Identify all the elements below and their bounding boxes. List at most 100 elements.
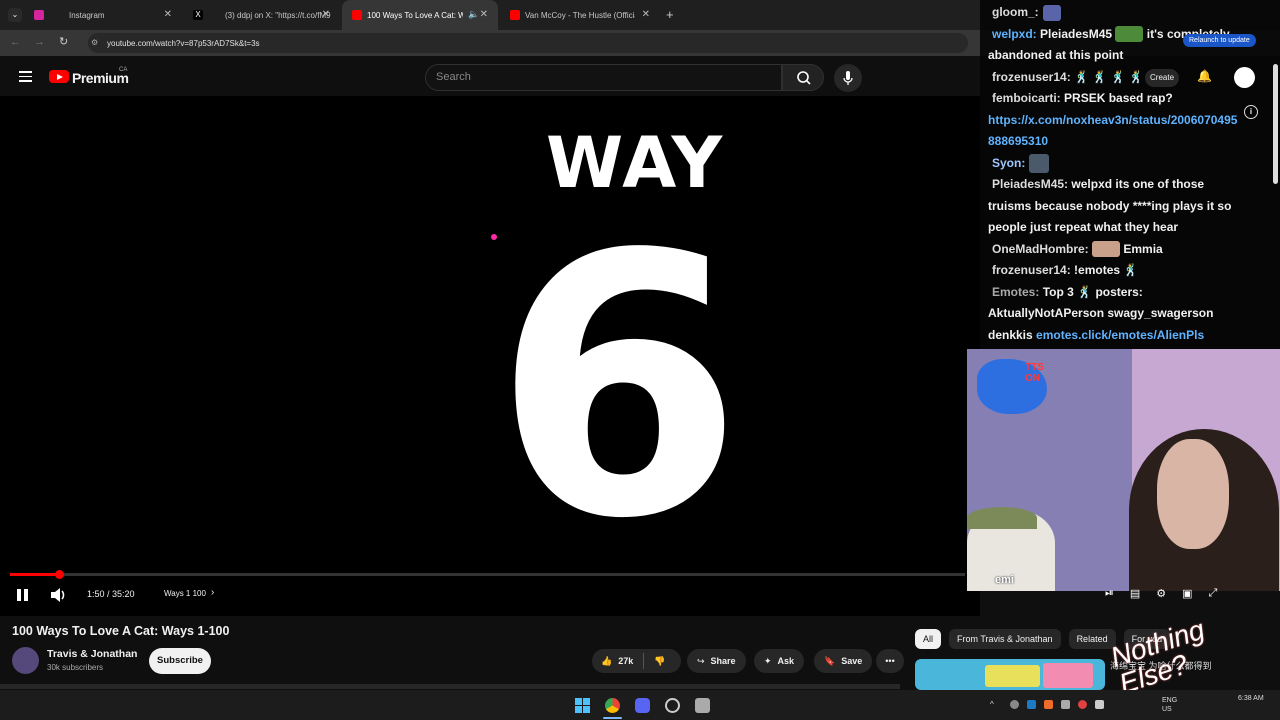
taskbar: ^ ENG US 6:38 AM bbox=[0, 690, 1280, 720]
share-label: Share bbox=[710, 656, 736, 666]
mouse-cursor bbox=[491, 234, 497, 240]
chat-text: !emotes bbox=[1074, 263, 1121, 277]
page-scrollbar[interactable] bbox=[1273, 64, 1278, 184]
relaunch-button[interactable]: Relaunch to update bbox=[1183, 34, 1256, 47]
chat-link[interactable]: https://x.com/noxheav3n/status/200607049… bbox=[988, 110, 1272, 132]
fullscreen-icon[interactable]: ⤢ bbox=[1209, 587, 1218, 600]
create-button[interactable]: Create bbox=[1145, 69, 1180, 87]
subscribe-button[interactable]: Subscribe bbox=[149, 648, 211, 674]
ask-button[interactable]: ✦ Ask bbox=[754, 649, 805, 673]
miniplayer-icon[interactable]: ▣ bbox=[1182, 587, 1192, 600]
search-icon bbox=[797, 71, 811, 85]
steam-icon[interactable] bbox=[1027, 700, 1036, 709]
reload-icon[interactable]: ↻ bbox=[59, 35, 68, 48]
emote-icon bbox=[1092, 241, 1121, 258]
system-tray bbox=[1010, 700, 1104, 709]
tray-icon[interactable] bbox=[1010, 700, 1019, 709]
chat-line: abandoned at this point bbox=[988, 45, 1272, 67]
chip-from-channel[interactable]: From Travis & Jonathan bbox=[949, 629, 1061, 649]
menu-icon[interactable] bbox=[19, 71, 32, 82]
app-icon[interactable] bbox=[695, 698, 710, 713]
chat-text: AktuallyNotAPerson swagy_swagerson bbox=[988, 306, 1214, 320]
avatar[interactable] bbox=[12, 647, 39, 674]
close-icon[interactable]: ✕ bbox=[164, 9, 172, 20]
chevron-right-icon[interactable]: › bbox=[211, 587, 214, 598]
region-label: US bbox=[1162, 706, 1172, 713]
chat-username: frozenuser14: bbox=[992, 263, 1071, 277]
chat-link[interactable]: emotes.click/emotes/AlienPls bbox=[1036, 328, 1204, 342]
back-icon[interactable]: ← bbox=[10, 36, 21, 48]
info-icon[interactable]: i bbox=[1244, 105, 1258, 119]
video-player[interactable]: WAY 6 bbox=[0, 96, 980, 616]
tab-instagram[interactable]: Instagram ✕ bbox=[20, 0, 182, 30]
close-icon[interactable]: ✕ bbox=[322, 9, 330, 20]
close-icon[interactable]: ✕ bbox=[480, 9, 488, 20]
thumbs-down-icon[interactable]: 👎 bbox=[654, 656, 665, 667]
channel-name[interactable]: Travis & Jonathan bbox=[47, 648, 137, 660]
thumbnail-art bbox=[985, 665, 1040, 687]
share-button[interactable]: ↪ Share bbox=[687, 649, 746, 673]
captions-icon[interactable]: ▤ bbox=[1130, 587, 1140, 600]
clock[interactable]: 6:38 AM bbox=[1238, 695, 1264, 702]
ask-label: Ask bbox=[777, 656, 795, 666]
thumbs-up-icon[interactable]: 👍 bbox=[601, 656, 612, 667]
chat-line: frozenuser14: !emotes 🕺 bbox=[988, 260, 1272, 282]
save-label: Save bbox=[841, 656, 863, 666]
obs-icon[interactable] bbox=[665, 698, 680, 713]
chapter-title[interactable]: Ways 1 100 bbox=[164, 589, 206, 598]
recommended-thumbnail[interactable] bbox=[915, 659, 1105, 690]
tray-icon[interactable] bbox=[1061, 700, 1070, 709]
volume-icon[interactable] bbox=[49, 587, 67, 603]
tray-chevron-icon[interactable]: ^ bbox=[990, 700, 994, 709]
chat-line: Emotes: Top 3 🕺 posters: bbox=[988, 282, 1272, 304]
tray-icon[interactable] bbox=[1078, 700, 1087, 709]
search-button[interactable] bbox=[782, 64, 824, 91]
chat-line: OneMadHombre: Emmia bbox=[988, 239, 1272, 261]
youtube-icon bbox=[352, 10, 362, 20]
tray-icon[interactable] bbox=[1095, 700, 1104, 709]
windows-start-icon[interactable] bbox=[575, 698, 590, 713]
tab-title: (3) ddpj on X: "https://t.co/fM9 bbox=[225, 10, 331, 20]
site-info-icon[interactable]: ⚙ bbox=[91, 38, 98, 47]
video-title: 100 Ways To Love A Cat: Ways 1-100 bbox=[12, 624, 230, 638]
autoplay-toggle[interactable]: ⏯ bbox=[1105, 587, 1114, 600]
chip-all[interactable]: All bbox=[915, 629, 942, 649]
youtube-logo-icon[interactable] bbox=[49, 70, 69, 83]
notifications-icon[interactable]: 🔔 bbox=[1197, 69, 1212, 83]
tab-van-mccoy[interactable]: Van McCoy - The Hustle (Officia ✕ bbox=[500, 0, 660, 30]
progress-bar[interactable] bbox=[10, 570, 965, 579]
emote-icon bbox=[1115, 26, 1144, 43]
language-indicator[interactable]: ENG US bbox=[1162, 696, 1177, 714]
chrome-icon[interactable] bbox=[605, 698, 620, 713]
more-actions-button[interactable]: ••• bbox=[876, 649, 904, 673]
chat-username: frozenuser14: bbox=[992, 69, 1071, 84]
chat-link[interactable]: 888695310 bbox=[988, 131, 1272, 153]
forward-icon[interactable]: → bbox=[34, 36, 45, 48]
close-icon[interactable]: ✕ bbox=[642, 9, 650, 20]
video-frame-number: 6 bbox=[493, 178, 743, 597]
chat-text: posters: bbox=[1095, 284, 1143, 299]
pause-button[interactable] bbox=[17, 589, 28, 601]
subscriber-count: 30k subscribers bbox=[47, 663, 104, 672]
tab-youtube-active[interactable]: 100 Ways To Love A Cat: W 🔈 ✕ bbox=[342, 0, 498, 30]
voice-search-button[interactable] bbox=[834, 64, 862, 92]
avatar[interactable] bbox=[1234, 67, 1255, 88]
brave-icon[interactable] bbox=[1044, 700, 1053, 709]
discord-icon[interactable] bbox=[635, 698, 650, 713]
save-button[interactable]: 🔖 Save bbox=[814, 649, 873, 673]
description-box[interactable] bbox=[0, 684, 900, 689]
new-tab-icon[interactable]: + bbox=[666, 7, 674, 22]
tts-on-label: ON bbox=[1025, 373, 1040, 384]
tab-x[interactable]: X (3) ddpj on X: "https://t.co/fM9 ✕ bbox=[176, 0, 340, 30]
thumbnail-art bbox=[1043, 663, 1093, 688]
like-count[interactable]: 27k bbox=[618, 656, 633, 666]
settings-icon[interactable]: ⚙ bbox=[1156, 587, 1166, 600]
speaker-icon[interactable]: 🔈 bbox=[468, 9, 479, 20]
chat-text: PRSEK based rap? bbox=[1064, 91, 1173, 105]
x-icon: X bbox=[193, 10, 203, 20]
search-placeholder: Search bbox=[436, 71, 471, 83]
share-icon: ↪ bbox=[697, 655, 705, 666]
search-input[interactable]: Search bbox=[425, 64, 782, 91]
chat-line: femboicarti: PRSEK based rap? bbox=[988, 88, 1272, 110]
url-field[interactable]: ⚙ youtube.com/watch?v=87p53rAD7Sk&t=3s bbox=[88, 33, 968, 53]
